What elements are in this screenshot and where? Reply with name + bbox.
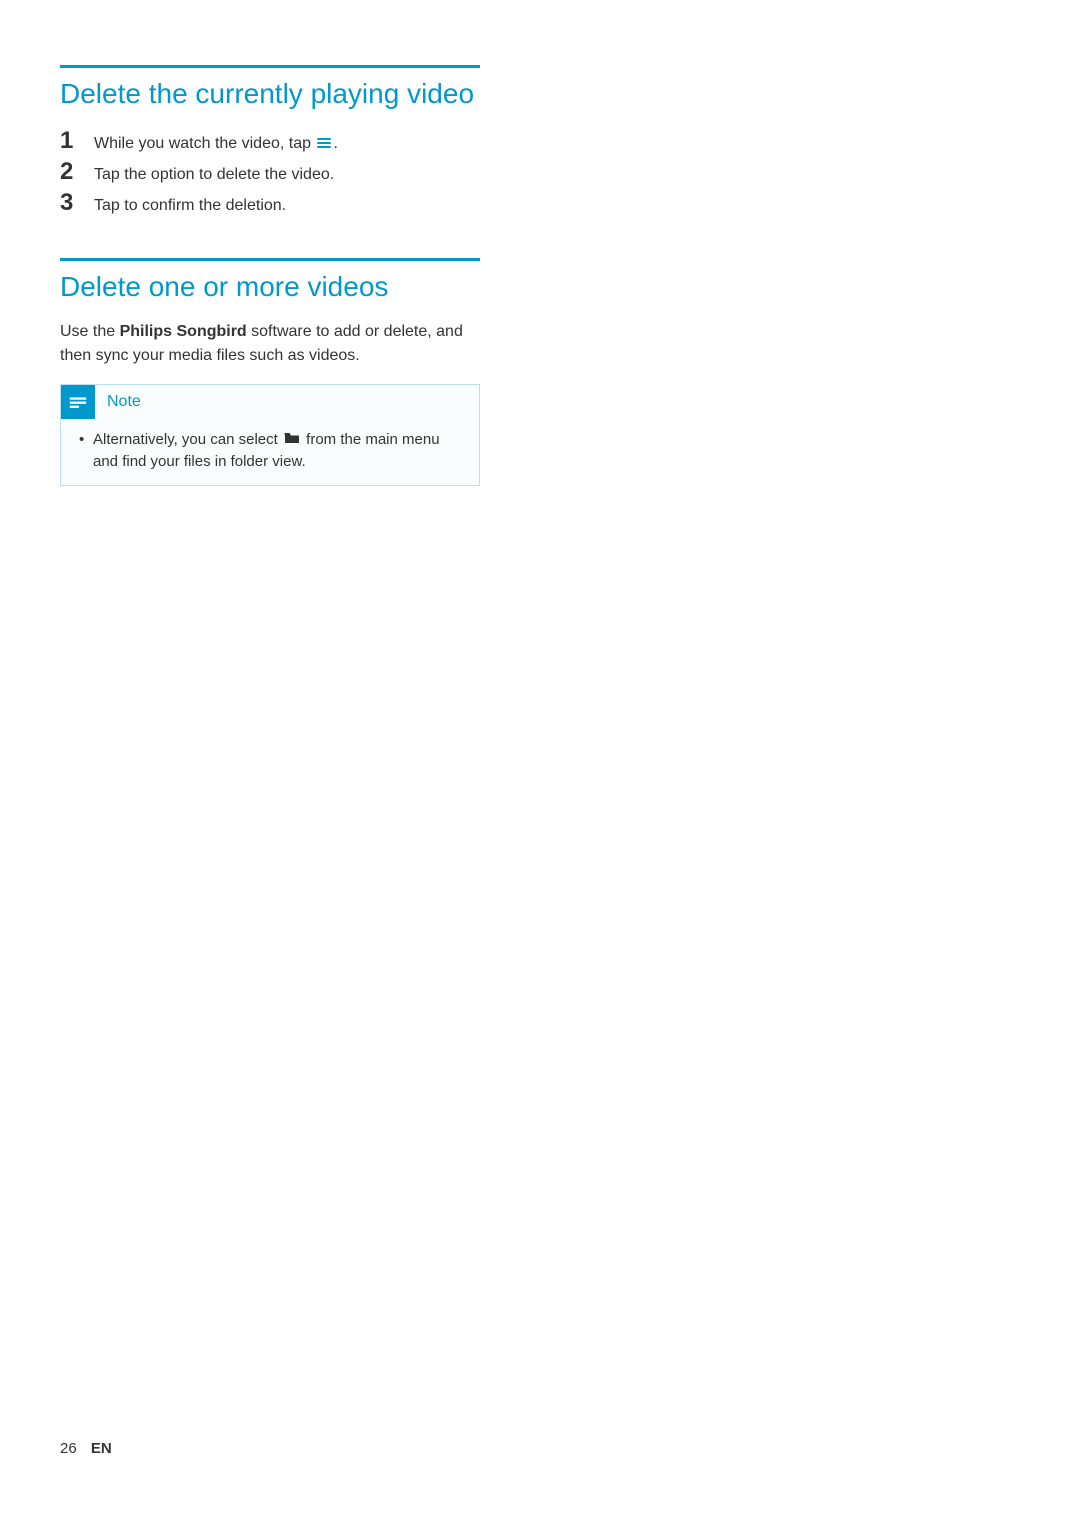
section-delete-more-videos: Delete one or more videos Use the Philip… xyxy=(60,258,480,486)
note-title: Note xyxy=(95,393,141,411)
section-heading: Delete one or more videos xyxy=(60,269,480,304)
note-bullet-item: • Alternatively, you can select from the… xyxy=(79,429,461,473)
page-footer: 26 EN xyxy=(60,1440,112,1457)
step-text: Tap to confirm the deletion. xyxy=(94,194,286,218)
step-number: 2 xyxy=(60,158,94,186)
step-item: 2 Tap the option to delete the video. xyxy=(60,158,480,187)
note-body: • Alternatively, you can select from the… xyxy=(61,419,479,485)
step-text: Tap the option to delete the video. xyxy=(94,163,334,187)
menu-icon xyxy=(317,138,331,149)
step-number: 3 xyxy=(60,189,94,217)
section-paragraph: Use the Philips Songbird software to add… xyxy=(60,320,480,368)
section-rule xyxy=(60,258,480,261)
steps-list: 1 While you watch the video, tap . 2 Tap… xyxy=(60,127,480,218)
step-item: 1 While you watch the video, tap . xyxy=(60,127,480,156)
page-number: 26 xyxy=(60,1440,77,1457)
step-number: 1 xyxy=(60,127,94,155)
language-code: EN xyxy=(91,1440,112,1457)
section-rule xyxy=(60,65,480,68)
manual-page: Delete the currently playing video 1 Whi… xyxy=(0,0,540,546)
note-icon xyxy=(61,385,95,419)
step-item: 3 Tap to confirm the deletion. xyxy=(60,189,480,218)
note-box: Note • Alternatively, you can select fro… xyxy=(60,384,480,486)
software-name: Philips Songbird xyxy=(120,323,247,340)
section-delete-current-video: Delete the currently playing video 1 Whi… xyxy=(60,65,480,218)
note-header: Note xyxy=(61,385,479,419)
section-heading: Delete the currently playing video xyxy=(60,76,480,111)
folder-icon xyxy=(284,429,300,451)
step-text: While you watch the video, tap . xyxy=(94,132,338,156)
